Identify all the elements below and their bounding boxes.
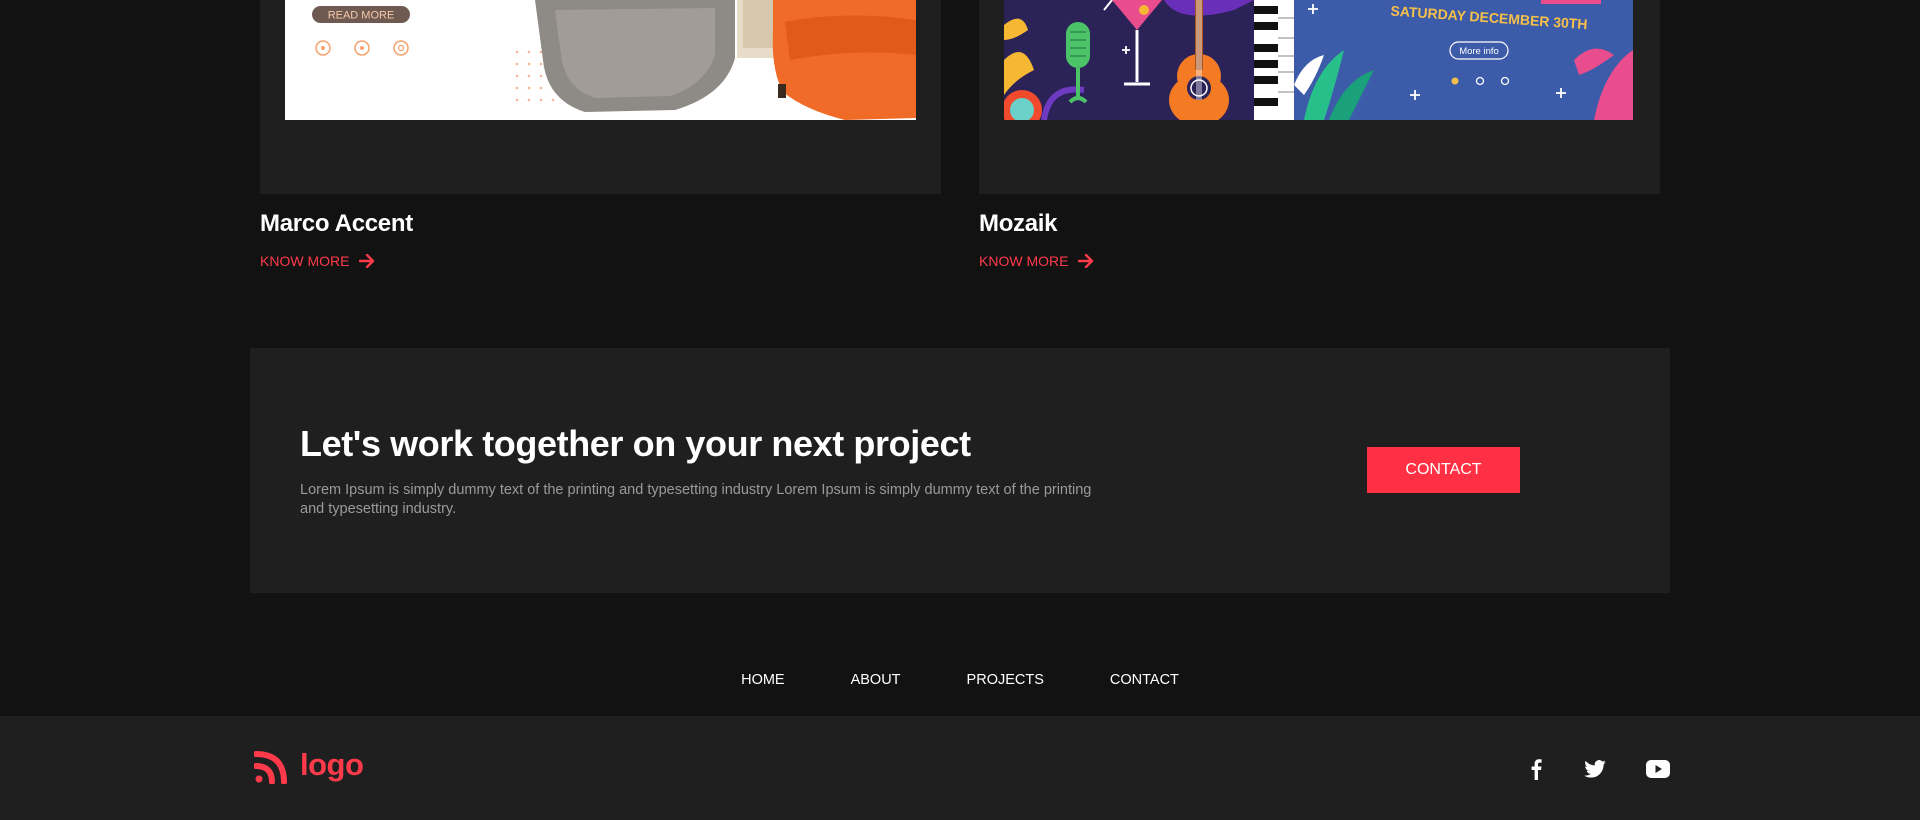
cta-title: Let's work together on your next project [300, 423, 971, 464]
arrow-right-icon [1078, 254, 1094, 268]
image-read-more-text: READ MORE [328, 10, 395, 22]
nav-item-contact[interactable]: CONTACT [1110, 672, 1179, 688]
logo[interactable]: logo [254, 746, 364, 784]
youtube-icon[interactable] [1645, 756, 1671, 782]
project-card-media: READ MORE [260, 0, 941, 194]
know-more-link[interactable]: KNOW MORE [260, 253, 375, 269]
logo-mark-icon [254, 751, 287, 784]
project-image-marco-accent[interactable]: READ MORE [285, 0, 916, 120]
know-more-link[interactable]: KNOW MORE [979, 253, 1094, 269]
know-more-label: KNOW MORE [260, 253, 350, 269]
project-image-mozaik[interactable]: SATURDAY DECEMBER 30TH More info [1004, 0, 1635, 120]
nav-item-about[interactable]: ABOUT [851, 672, 901, 688]
project-title: Mozaik [979, 210, 1058, 237]
know-more-label: KNOW MORE [979, 253, 1069, 269]
logo-text: logo [300, 747, 364, 782]
project-card-media: SATURDAY DECEMBER 30TH More info [979, 0, 1660, 194]
cta-description: Lorem Ipsum is simply dummy text of the … [300, 482, 1092, 517]
project-title: Marco Accent [260, 210, 413, 237]
contact-button[interactable]: CONTACT [1367, 447, 1520, 493]
facebook-icon[interactable] [1523, 756, 1549, 782]
project-card-marco-accent: READ MORE Marco Accent KNOW MORE [260, 0, 941, 269]
nav-item-projects[interactable]: PROJECTS [967, 672, 1044, 688]
footer: logo [0, 716, 1920, 820]
image-more-info-text: More info [1459, 46, 1499, 57]
cta-section: Let's work together on your next project… [250, 348, 1670, 593]
twitter-icon[interactable] [1582, 756, 1608, 782]
project-card-mozaik: SATURDAY DECEMBER 30TH More info Mozaik … [979, 0, 1660, 269]
arrow-right-icon [359, 254, 375, 268]
footer-nav: HOME ABOUT PROJECTS CONTACT [0, 672, 1920, 688]
nav-item-home[interactable]: HOME [741, 672, 785, 688]
